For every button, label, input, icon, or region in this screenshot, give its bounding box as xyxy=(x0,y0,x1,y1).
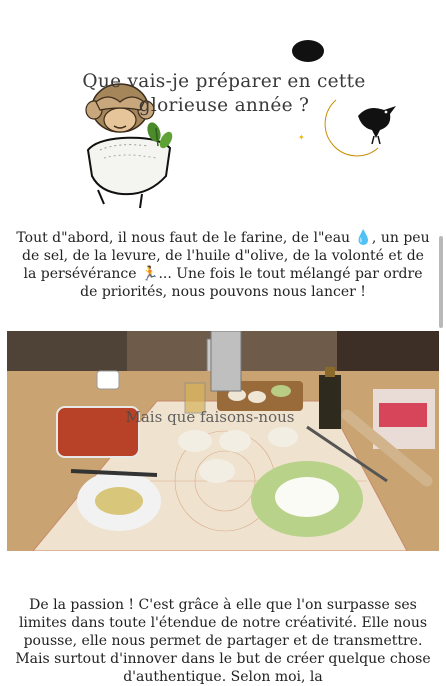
star-icon: ✦ xyxy=(298,133,305,142)
photo-overlay-caption: Mais que faisons-nous xyxy=(125,408,295,426)
passion-paragraph: De la passion ! C'est grâce à elle que l… xyxy=(15,597,431,685)
kitchen-table-photo xyxy=(7,331,439,551)
intro-paragraph: Tout d"abord, il nous faut de le farine,… xyxy=(16,230,430,300)
scrollbar[interactable] xyxy=(439,236,443,328)
page-title: Que vais-je préparer en cette glorieuse … xyxy=(82,71,366,116)
flour-bowl xyxy=(86,136,172,209)
ink-blob-decoration xyxy=(292,40,324,62)
